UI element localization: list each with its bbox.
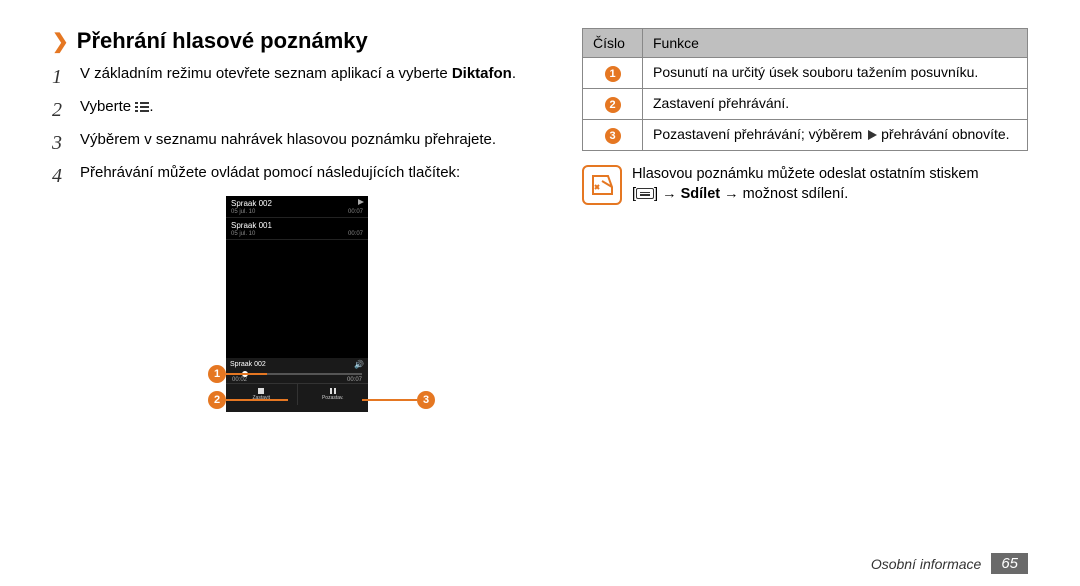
callout-bubble-2: 2 [208,391,226,409]
chevron-icon: ❯ [52,29,69,54]
callout-bubble-1: 1 [208,365,226,383]
step-3: 3 Výběrem v seznamu nahrávek hlasovou po… [52,130,542,157]
callout-bubble-3: 3 [417,391,435,409]
callout-line [362,399,417,401]
right-column: Číslo Funkce 1 Posunutí na určitý úsek s… [582,28,1028,412]
step-number: 1 [52,64,70,91]
menu-button-icon [636,188,654,199]
step-text: Výběrem v seznamu nahrávek hlasovou pozn… [80,130,496,157]
step-number: 3 [52,130,70,157]
row-function: Posunutí na určitý úsek souboru tažením … [643,58,1028,89]
stop-button: Zastavit [226,384,298,405]
stop-icon [258,388,264,394]
recording-row: Spraak 002 05 jul. 1000:07 [226,196,368,218]
section-heading: ❯ Přehrání hlasové poznámky [52,28,542,54]
left-column: ❯ Přehrání hlasové poznámky 1 V základní… [52,28,542,412]
step-2: 2 Vyberte . [52,97,542,124]
step-4: 4 Přehrávání můžete ovládat pomocí násle… [52,163,542,190]
step-1: 1 V základním režimu otevřete seznam apl… [52,64,542,91]
phone-screenshot: Spraak 002 05 jul. 1000:07 Spraak 001 05… [52,196,542,412]
heading-title: Přehrání hlasové poznámky [77,28,368,54]
row-function: Zastavení přehrávání. [643,89,1028,120]
pause-icon [330,388,336,394]
step-text: Přehrávání můžete ovládat pomocí následu… [80,163,460,190]
table-header: Číslo Funkce [583,29,1028,58]
row-number-badge: 2 [605,97,621,113]
row-function: Pozastavení přehrávání; výběrem přehrává… [643,120,1028,151]
volume-icon: 🔊 [354,360,364,369]
col-number-header: Číslo [583,29,643,58]
note-text: Hlasovou poznámku můžete odeslat ostatní… [632,165,979,204]
row-number-badge: 1 [605,66,621,82]
page-number: 65 [991,553,1028,574]
total-time: 00:07 [347,377,362,383]
function-table: Číslo Funkce 1 Posunutí na určitý úsek s… [582,28,1028,151]
row-number-badge: 3 [605,128,621,144]
step-list: 1 V základním režimu otevřete seznam apl… [52,64,542,190]
current-time: 00:02 [232,377,247,383]
seek-knob [242,371,248,377]
seekbar [232,373,362,375]
step-text: V základním režimu otevřete seznam aplik… [80,64,516,91]
step-number: 2 [52,97,70,124]
note-block: Hlasovou poznámku můžete odeslat ostatní… [582,165,1028,205]
play-icon [868,130,877,140]
table-row: 1 Posunutí na určitý úsek souboru tažení… [583,58,1028,89]
step-number: 4 [52,163,70,190]
page-footer: Osobní informace 65 [871,553,1028,574]
phone: Spraak 002 05 jul. 1000:07 Spraak 001 05… [226,196,368,412]
player-area: Spraak 002 🔊 00:02 00:07 Zastavit Pozasta… [226,358,368,412]
list-icon [135,97,149,117]
col-function-header: Funkce [643,29,1028,58]
note-icon [582,165,622,205]
pause-button: Pozastav. [298,384,369,405]
recording-row: Spraak 001 05 jul. 1000:07 [226,218,368,240]
table-row: 2 Zastavení přehrávání. [583,89,1028,120]
table-row: 3 Pozastavení přehrávání; výběrem přehrá… [583,120,1028,151]
footer-section-label: Osobní informace [871,556,982,572]
play-row-icon [358,199,364,205]
nowplaying-label: Spraak 002 [230,361,350,368]
step-text: Vyberte . [80,97,153,124]
